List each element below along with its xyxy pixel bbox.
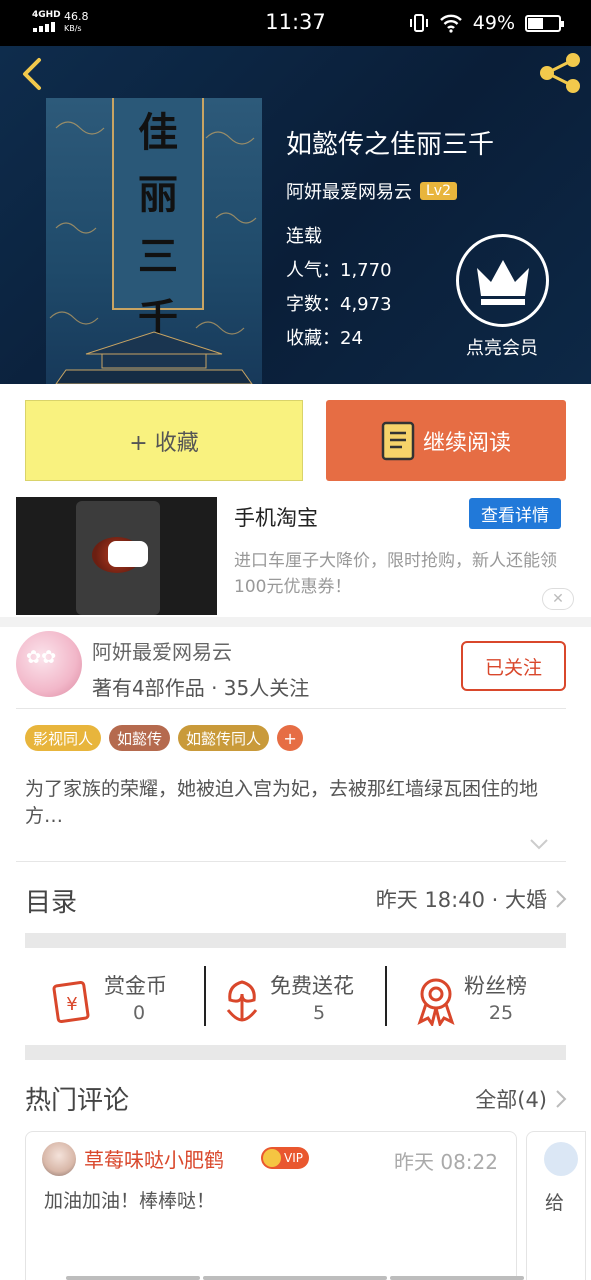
level-badge: Lv2 [420,182,457,200]
author-name[interactable]: 阿妍最爱网易云 [286,178,412,204]
cover-title-panel: 佳 丽 三 千 [112,98,204,342]
add-tag-button[interactable]: + [277,725,304,751]
comment-text: 给 [545,1192,565,1214]
ad-detail-button[interactable]: 查看详情 [469,498,561,529]
book-icon [381,421,415,460]
vip-badge: VIP [261,1147,309,1169]
book-word-count: 字数：4,973 [286,294,392,315]
back-button[interactable] [14,52,50,96]
tag-chip[interactable]: 如懿传 [109,725,171,751]
continue-reading-label: 继续阅读 [422,430,511,456]
book-status: 连载 [286,226,322,247]
comment-card[interactable]: 草莓味哒小肥鹤 VIP 昨天 08:22 加油加油！棒棒哒！ [25,1131,517,1280]
author-card-name[interactable]: 阿妍最爱网易云 [92,636,232,665]
author-avatar[interactable]: ✿✿ [16,631,82,697]
red-envelope-icon: ¥ [52,980,90,1024]
book-favorites: 收藏：24 [286,328,363,349]
comment-text: 加油加油！棒棒哒！ [44,1190,216,1212]
send-flower-button[interactable]: 免费送花 5 [222,968,372,1028]
ad-description[interactable]: 进口车厘子大降价，限时抢购，新人还能领100元优惠券！ [234,548,564,600]
ad-title[interactable]: 手机淘宝 [234,502,318,532]
section-divider [25,933,566,948]
vip-label[interactable]: 点亮会员 [440,334,564,360]
comment-card[interactable]: 给 [526,1131,586,1280]
carousel-indicator [203,1276,387,1280]
tag-chip[interactable]: 影视同人 [25,725,102,751]
stats-separator [204,966,206,1026]
commenter-name[interactable]: 草莓味哒小肥鹤 [84,1144,224,1173]
book-meta: 连载 人气：1,770 字数：4,973 收藏：24 [286,220,392,356]
book-header: 佳 丽 三 千 如懿传之佳丽三千 阿妍最爱网易云 Lv2 连载 人气：1,770… [0,46,591,384]
carousel-indicator [66,1276,200,1280]
section-divider [25,1045,566,1060]
status-bar: 4GHD 46.8 KB/s 11:37 49% [0,0,591,46]
follow-button[interactable]: 已关注 [461,641,566,691]
tag-chip[interactable]: 如懿传同人 [178,725,270,751]
battery-icon [525,14,564,32]
chevron-down-icon[interactable] [528,836,550,852]
crown-icon [263,1149,281,1167]
book-popularity: 人气：1,770 [286,260,392,281]
back-arrow-icon [23,58,41,90]
crown-icon [476,259,529,305]
chevron-right-icon [556,1090,567,1108]
share-button[interactable] [537,50,583,96]
section-divider [0,617,591,627]
tag-list: 影视同人 如懿传 如懿传同人 + [25,725,304,751]
book-title: 如懿传之佳丽三千 [286,130,495,160]
vip-button[interactable] [456,234,549,327]
wifi-icon [439,14,462,33]
toc-latest-chapter[interactable]: 昨天 18:40 · 大婚 [376,884,567,914]
commenter-avatar[interactable] [42,1142,76,1176]
divider [16,861,566,862]
reward-coins-button[interactable]: ¥ 赏金币 0 [52,968,192,1028]
toc-title[interactable]: 目录 [25,882,77,919]
ad-close-button[interactable]: ✕ [542,588,574,610]
carousel-indicator [390,1276,524,1280]
palace-illustration [55,331,253,384]
medal-icon [417,978,455,1026]
stats-separator [385,966,387,1026]
flower-icon [226,980,258,1022]
all-comments-link[interactable]: 全部(4) [475,1084,567,1114]
book-summary[interactable]: 为了家族的荣耀，她被迫入宫为妃，去被那红墙绿瓦困住的地方… [25,776,565,830]
svg-text:¥: ¥ [66,994,77,1015]
divider [16,708,566,709]
battery-percent: 49% [472,12,515,34]
author-card-stats: 著有4部作品 · 35人关注 [92,676,310,700]
vibrate-icon [409,14,428,32]
fan-ranking-button[interactable]: 粉丝榜 25 [416,968,546,1028]
book-cover[interactable]: 佳 丽 三 千 [46,98,262,384]
collect-button[interactable]: + 收藏 [25,400,303,481]
chevron-right-icon [556,890,567,908]
continue-reading-button[interactable]: 继续阅读 [326,400,566,481]
hot-comments-title: 热门评论 [25,1086,130,1116]
author-row[interactable]: 阿妍最爱网易云 Lv2 [286,178,457,204]
commenter-avatar[interactable] [544,1142,578,1176]
comment-time: 昨天 08:22 [394,1150,498,1174]
share-icon [540,53,580,93]
ad-image[interactable] [16,497,217,615]
